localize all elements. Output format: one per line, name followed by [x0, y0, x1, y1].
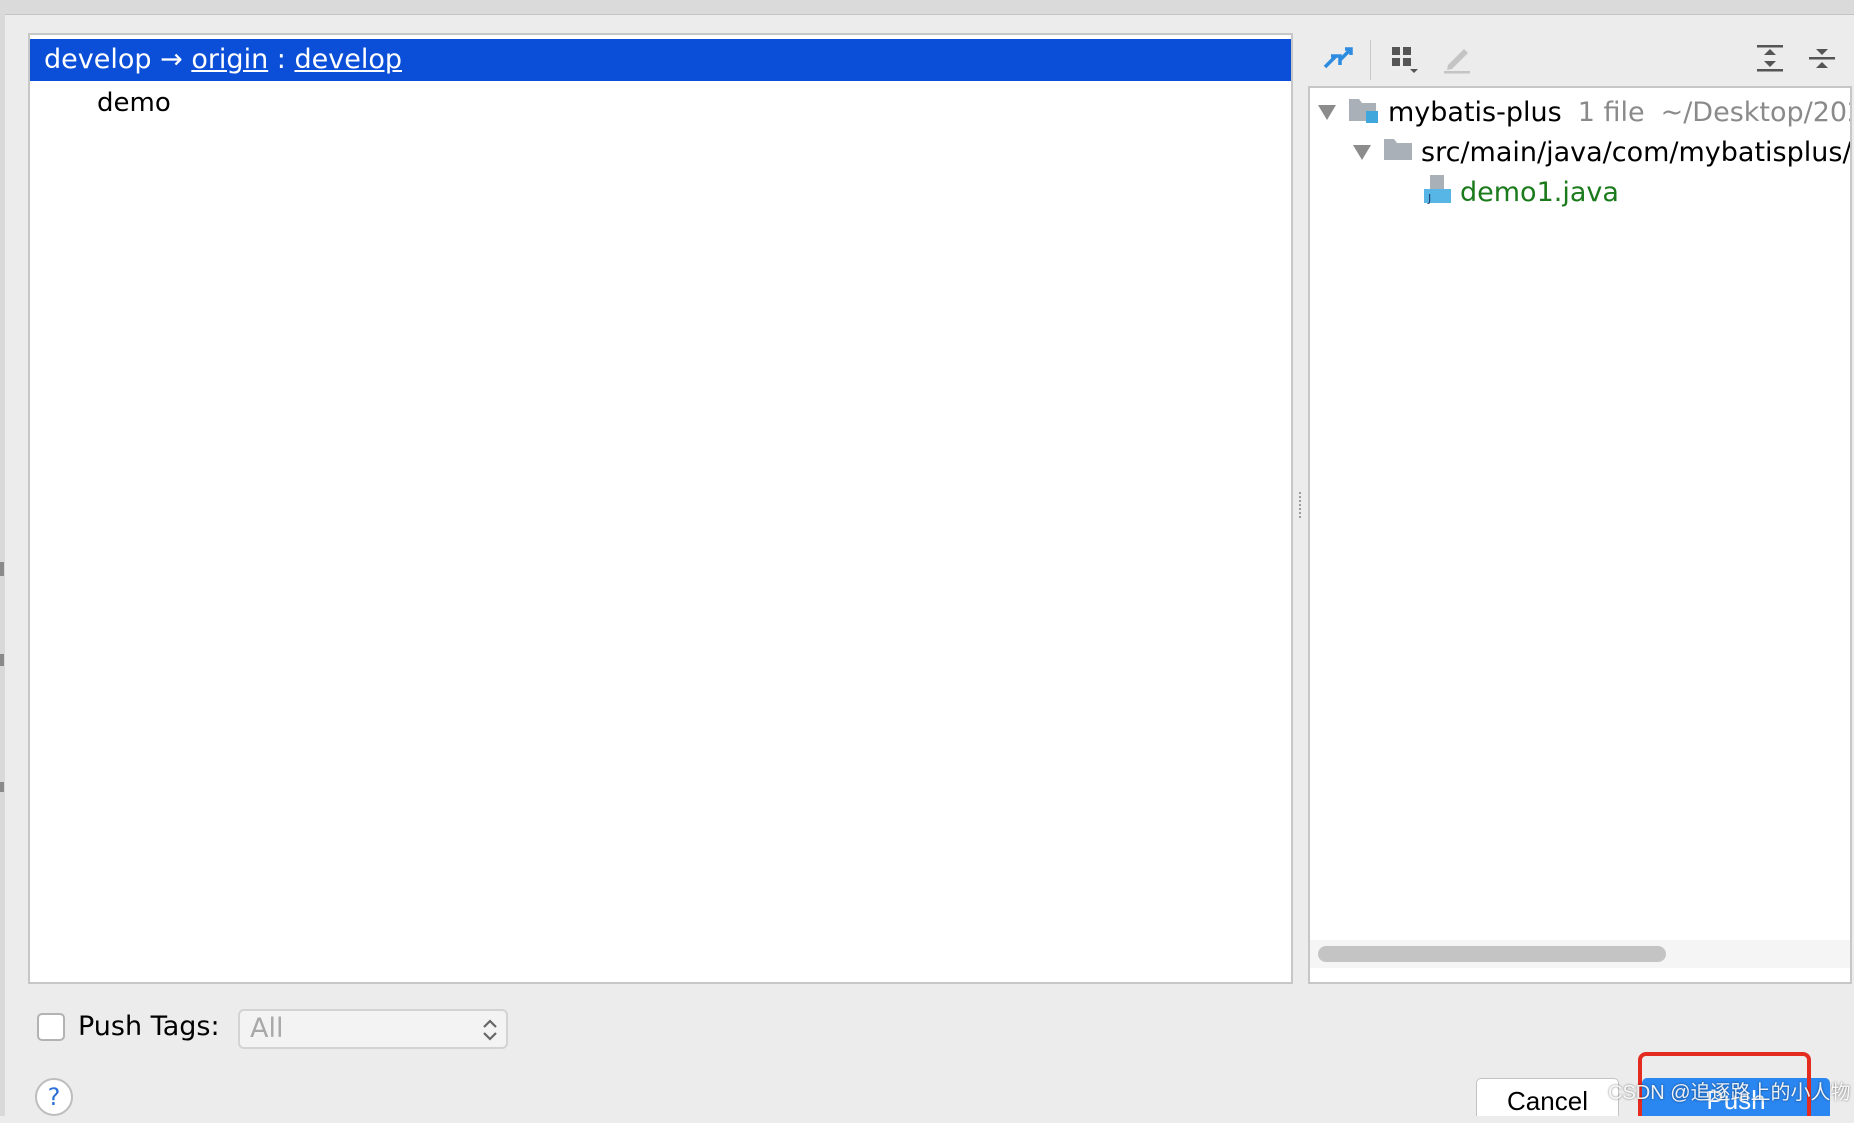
arrow-label: →	[160, 44, 183, 75]
folder-icon	[1348, 95, 1380, 130]
root-file-count: 1 file	[1577, 96, 1645, 128]
folder-path: src/main/java/com/mybatisplus/	[1421, 136, 1852, 168]
window-title-bar	[0, 0, 1854, 15]
branch-push-row[interactable]: develop → origin : develop	[30, 39, 1291, 81]
remote-branch-link[interactable]: develop	[294, 44, 402, 75]
collapse-all-button[interactable]	[1802, 40, 1842, 80]
remote-link[interactable]: origin	[191, 44, 268, 75]
separator-label: :	[276, 44, 286, 75]
expand-all-button[interactable]	[1750, 40, 1790, 80]
commits-panel[interactable]: develop → origin : develop demo	[28, 33, 1293, 984]
group-by-icon	[1388, 42, 1420, 78]
commit-item[interactable]: demo	[97, 85, 171, 121]
help-button[interactable]: ?	[35, 1078, 73, 1116]
background-window-edge	[0, 14, 5, 1116]
tree-node-folder[interactable]: src/main/java/com/mybatisplus/	[1353, 132, 1852, 172]
tree-node-root[interactable]: mybatis-plus 1 file ~/Desktop/202	[1318, 92, 1852, 132]
edit-button[interactable]	[1437, 40, 1477, 80]
pin-icon	[1321, 41, 1355, 79]
cancel-button[interactable]: Cancel	[1476, 1078, 1619, 1116]
tree-node-file[interactable]: J demo1.java	[1422, 172, 1619, 212]
horizontal-scrollbar[interactable]	[1310, 940, 1850, 968]
push-tags-value: All	[250, 1013, 284, 1044]
expand-toggle-icon[interactable]	[1318, 104, 1336, 120]
folder-icon	[1383, 136, 1413, 169]
file-name: demo1.java	[1460, 176, 1619, 208]
collapse-all-icon	[1807, 42, 1837, 78]
scrollbar-thumb[interactable]	[1318, 946, 1666, 962]
svg-text:J: J	[1427, 192, 1431, 205]
java-file-icon: J	[1422, 173, 1452, 212]
root-name: mybatis-plus	[1388, 96, 1562, 128]
push-tags-label: Push Tags:	[78, 1011, 220, 1042]
toolbar-separator	[1370, 40, 1371, 80]
group-by-button[interactable]	[1384, 40, 1424, 80]
push-tags-select[interactable]: All	[238, 1009, 508, 1049]
changes-tree[interactable]: mybatis-plus 1 file ~/Desktop/202 src/ma…	[1308, 86, 1852, 984]
local-branch-label: develop	[44, 44, 152, 75]
expand-toggle-icon[interactable]	[1353, 144, 1371, 160]
expand-all-icon	[1755, 42, 1785, 78]
select-arrows-icon	[480, 1016, 500, 1044]
edit-icon	[1440, 41, 1474, 79]
panel-splitter[interactable]	[1296, 490, 1304, 524]
root-path: ~/Desktop/202	[1660, 96, 1852, 128]
push-tags-checkbox[interactable]	[37, 1013, 65, 1041]
watermark-text: CSDN @追逐路上的小人物	[1608, 1082, 1851, 1104]
pin-button[interactable]	[1318, 40, 1358, 80]
